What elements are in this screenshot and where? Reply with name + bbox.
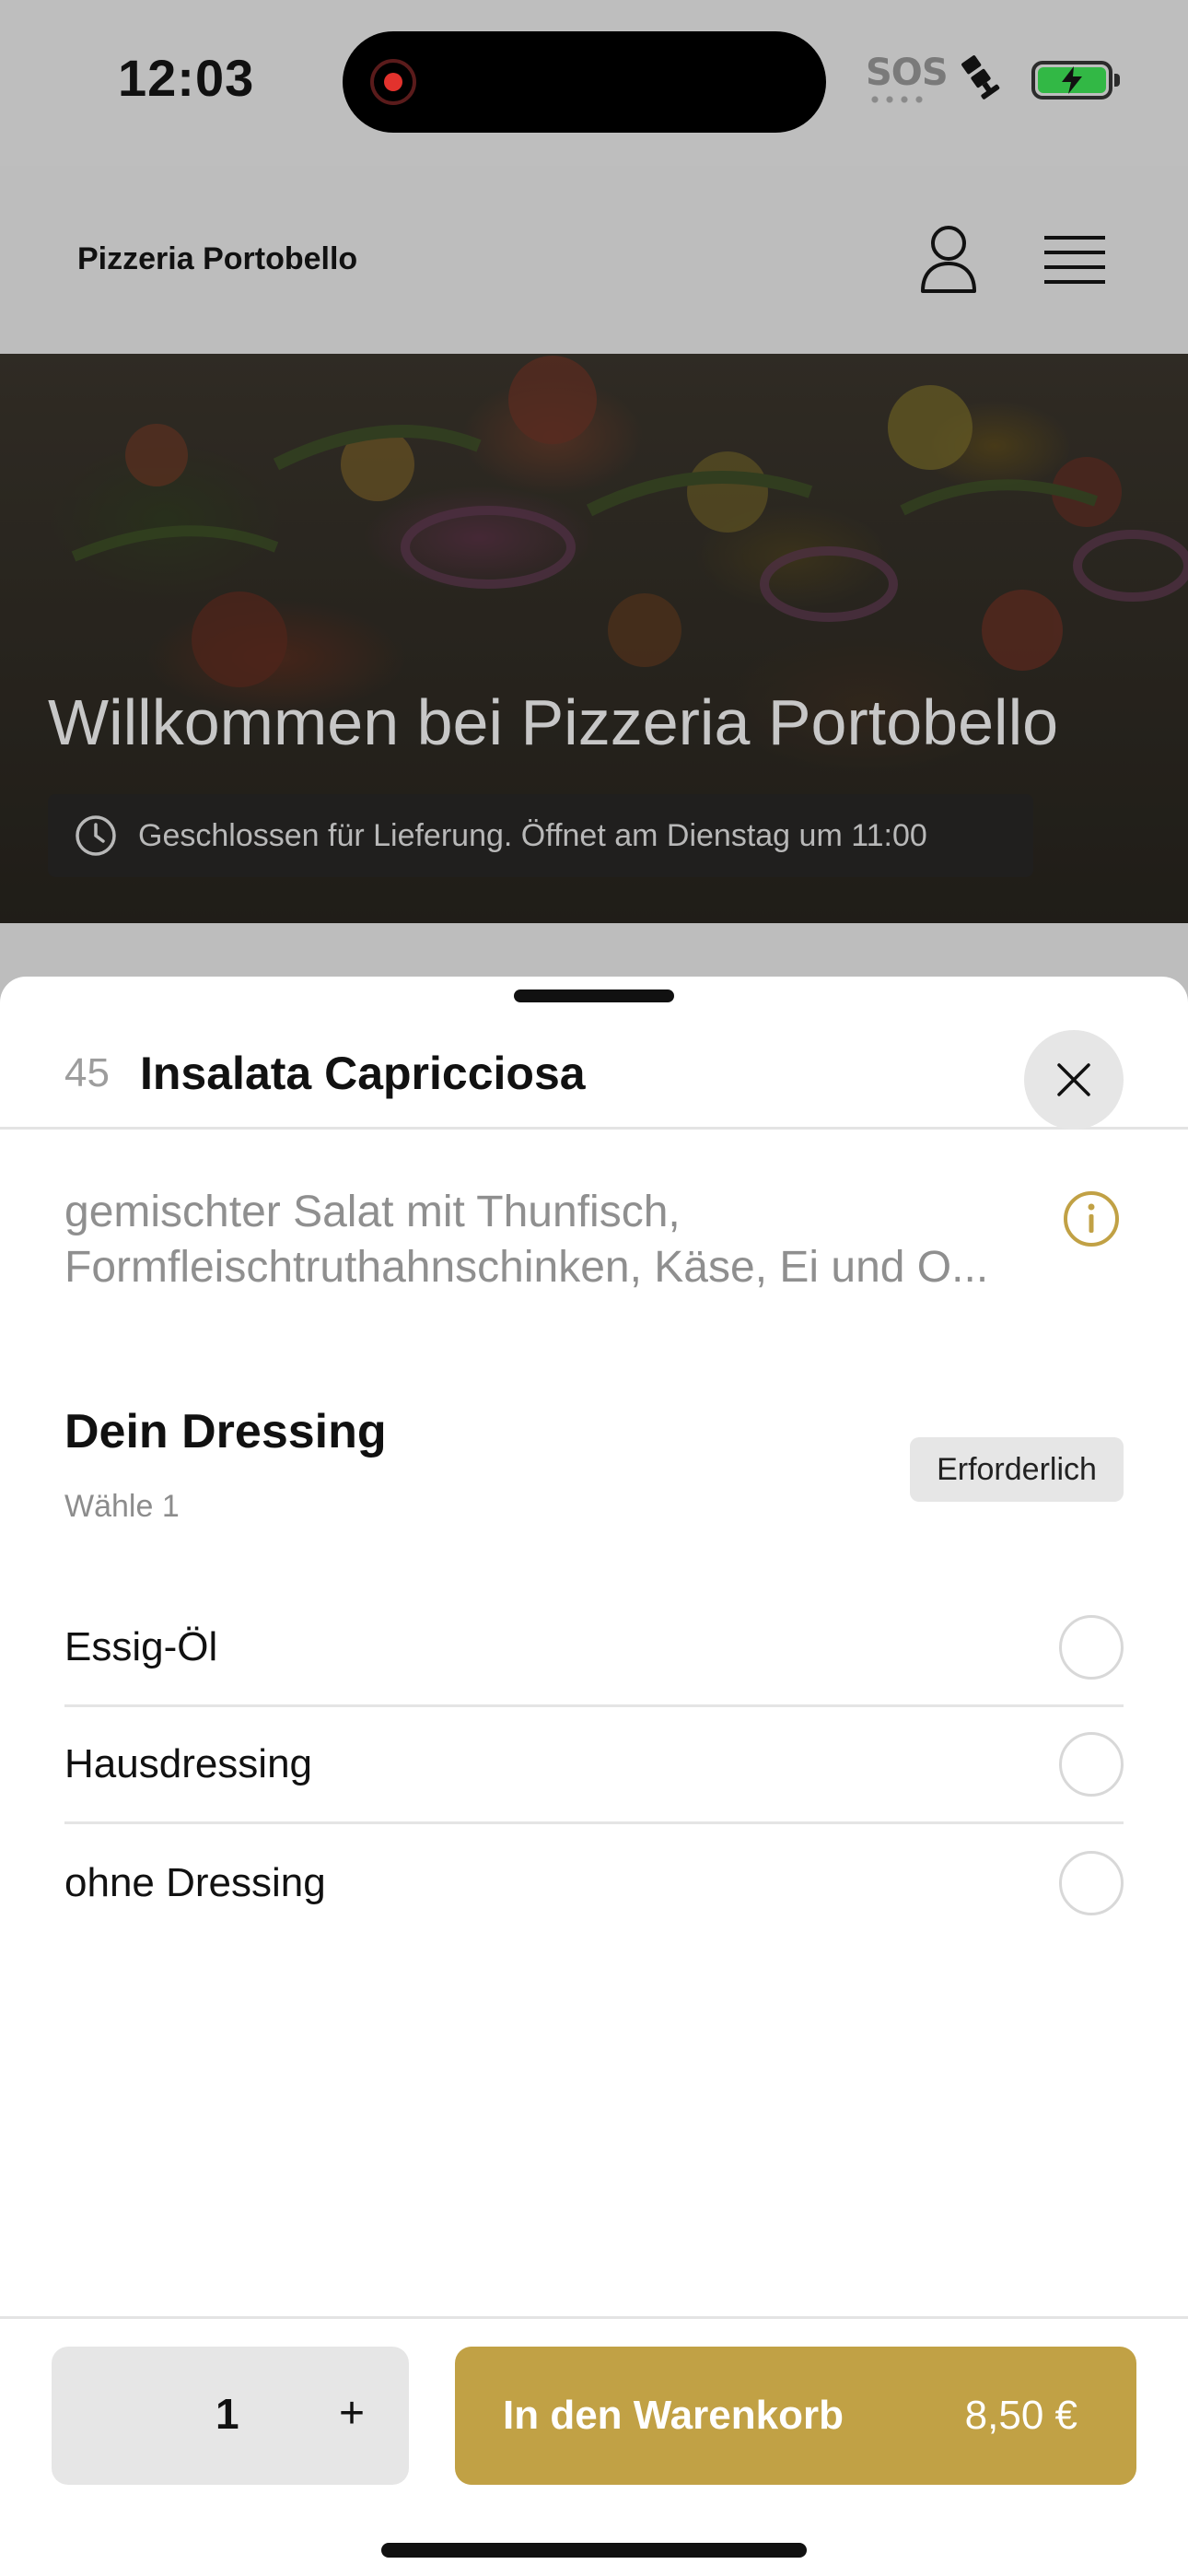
sheet-grabber[interactable] bbox=[514, 989, 674, 1002]
option-ohne-dressing[interactable]: ohne Dressing bbox=[64, 1824, 1124, 1941]
app-header: Pizzeria Portobello bbox=[0, 166, 1188, 354]
item-price: 8,50 € bbox=[964, 2393, 1077, 2438]
brand-title[interactable]: Pizzeria Portobello bbox=[77, 241, 357, 277]
battery-icon bbox=[1031, 61, 1120, 100]
add-to-cart-button[interactable]: In den Warenkorb 8,50 € bbox=[455, 2347, 1136, 2485]
option-label: Essig-Öl bbox=[64, 1624, 218, 1669]
description-line-1: gemischter Salat mit Thunfisch, bbox=[64, 1188, 681, 1236]
store-status-badge: Geschlossen für Lieferung. Öffnet am Die… bbox=[48, 794, 1033, 877]
item-title: Insalata Capricciosa bbox=[140, 1048, 586, 1099]
dressing-section-subtitle: Wähle 1 bbox=[64, 1489, 180, 1524]
recording-icon bbox=[370, 59, 416, 105]
radio-button[interactable] bbox=[1059, 1850, 1124, 1915]
user-icon[interactable] bbox=[917, 223, 980, 295]
radio-button[interactable] bbox=[1059, 1615, 1124, 1680]
sos-indicator: SOS bbox=[866, 52, 949, 94]
quantity-value: 1 bbox=[215, 2390, 239, 2438]
signal-dots-icon bbox=[868, 96, 926, 103]
option-label: ohne Dressing bbox=[64, 1859, 326, 1905]
satellite-icon bbox=[961, 55, 1000, 100]
menu-icon[interactable] bbox=[1044, 232, 1105, 287]
home-indicator[interactable] bbox=[381, 2543, 807, 2558]
sheet-header: 45 Insalata Capricciosa bbox=[0, 1004, 1188, 1130]
clock-time: 12:03 bbox=[118, 49, 255, 107]
option-label: Hausdressing bbox=[64, 1741, 313, 1786]
option-essig-oel[interactable]: Essig-Öl bbox=[64, 1590, 1124, 1707]
dressing-options: Essig-Öl Hausdressing ohne Dressing bbox=[64, 1590, 1124, 1941]
store-status-text: Geschlossen für Lieferung. Öffnet am Die… bbox=[138, 817, 927, 853]
description-line-2: Formfleischtruthahnschinken, Käse, Ei un… bbox=[64, 1243, 989, 1292]
dynamic-island bbox=[343, 31, 826, 133]
close-button[interactable] bbox=[1024, 1030, 1124, 1130]
sheet-footer: 1 + In den Warenkorb 8,50 € bbox=[0, 2316, 1188, 2576]
clock-icon bbox=[76, 815, 116, 856]
add-to-cart-label: In den Warenkorb bbox=[503, 2393, 844, 2438]
close-icon bbox=[1057, 1063, 1090, 1096]
option-hausdressing[interactable]: Hausdressing bbox=[64, 1707, 1124, 1824]
product-sheet: 45 Insalata Capricciosa gemischter Salat… bbox=[0, 977, 1188, 2576]
radio-button[interactable] bbox=[1059, 1732, 1124, 1797]
quantity-stepper: 1 + bbox=[52, 2347, 409, 2485]
increment-button[interactable]: + bbox=[324, 2385, 379, 2441]
charging-bolt-icon bbox=[1062, 66, 1082, 94]
required-badge: Erforderlich bbox=[910, 1437, 1124, 1502]
hero-title: Willkommen bei Pizzeria Portobello bbox=[48, 686, 1059, 758]
item-number: 45 bbox=[64, 1050, 110, 1095]
item-description[interactable]: gemischter Salat mit Thunfisch, Formflei… bbox=[64, 1185, 1068, 1295]
status-bar: 12:03 SOS bbox=[0, 0, 1188, 166]
info-icon[interactable] bbox=[1063, 1190, 1120, 1247]
dressing-section-title: Dein Dressing bbox=[64, 1405, 387, 1458]
hero-banner: Willkommen bei Pizzeria Portobello Gesch… bbox=[0, 354, 1188, 923]
